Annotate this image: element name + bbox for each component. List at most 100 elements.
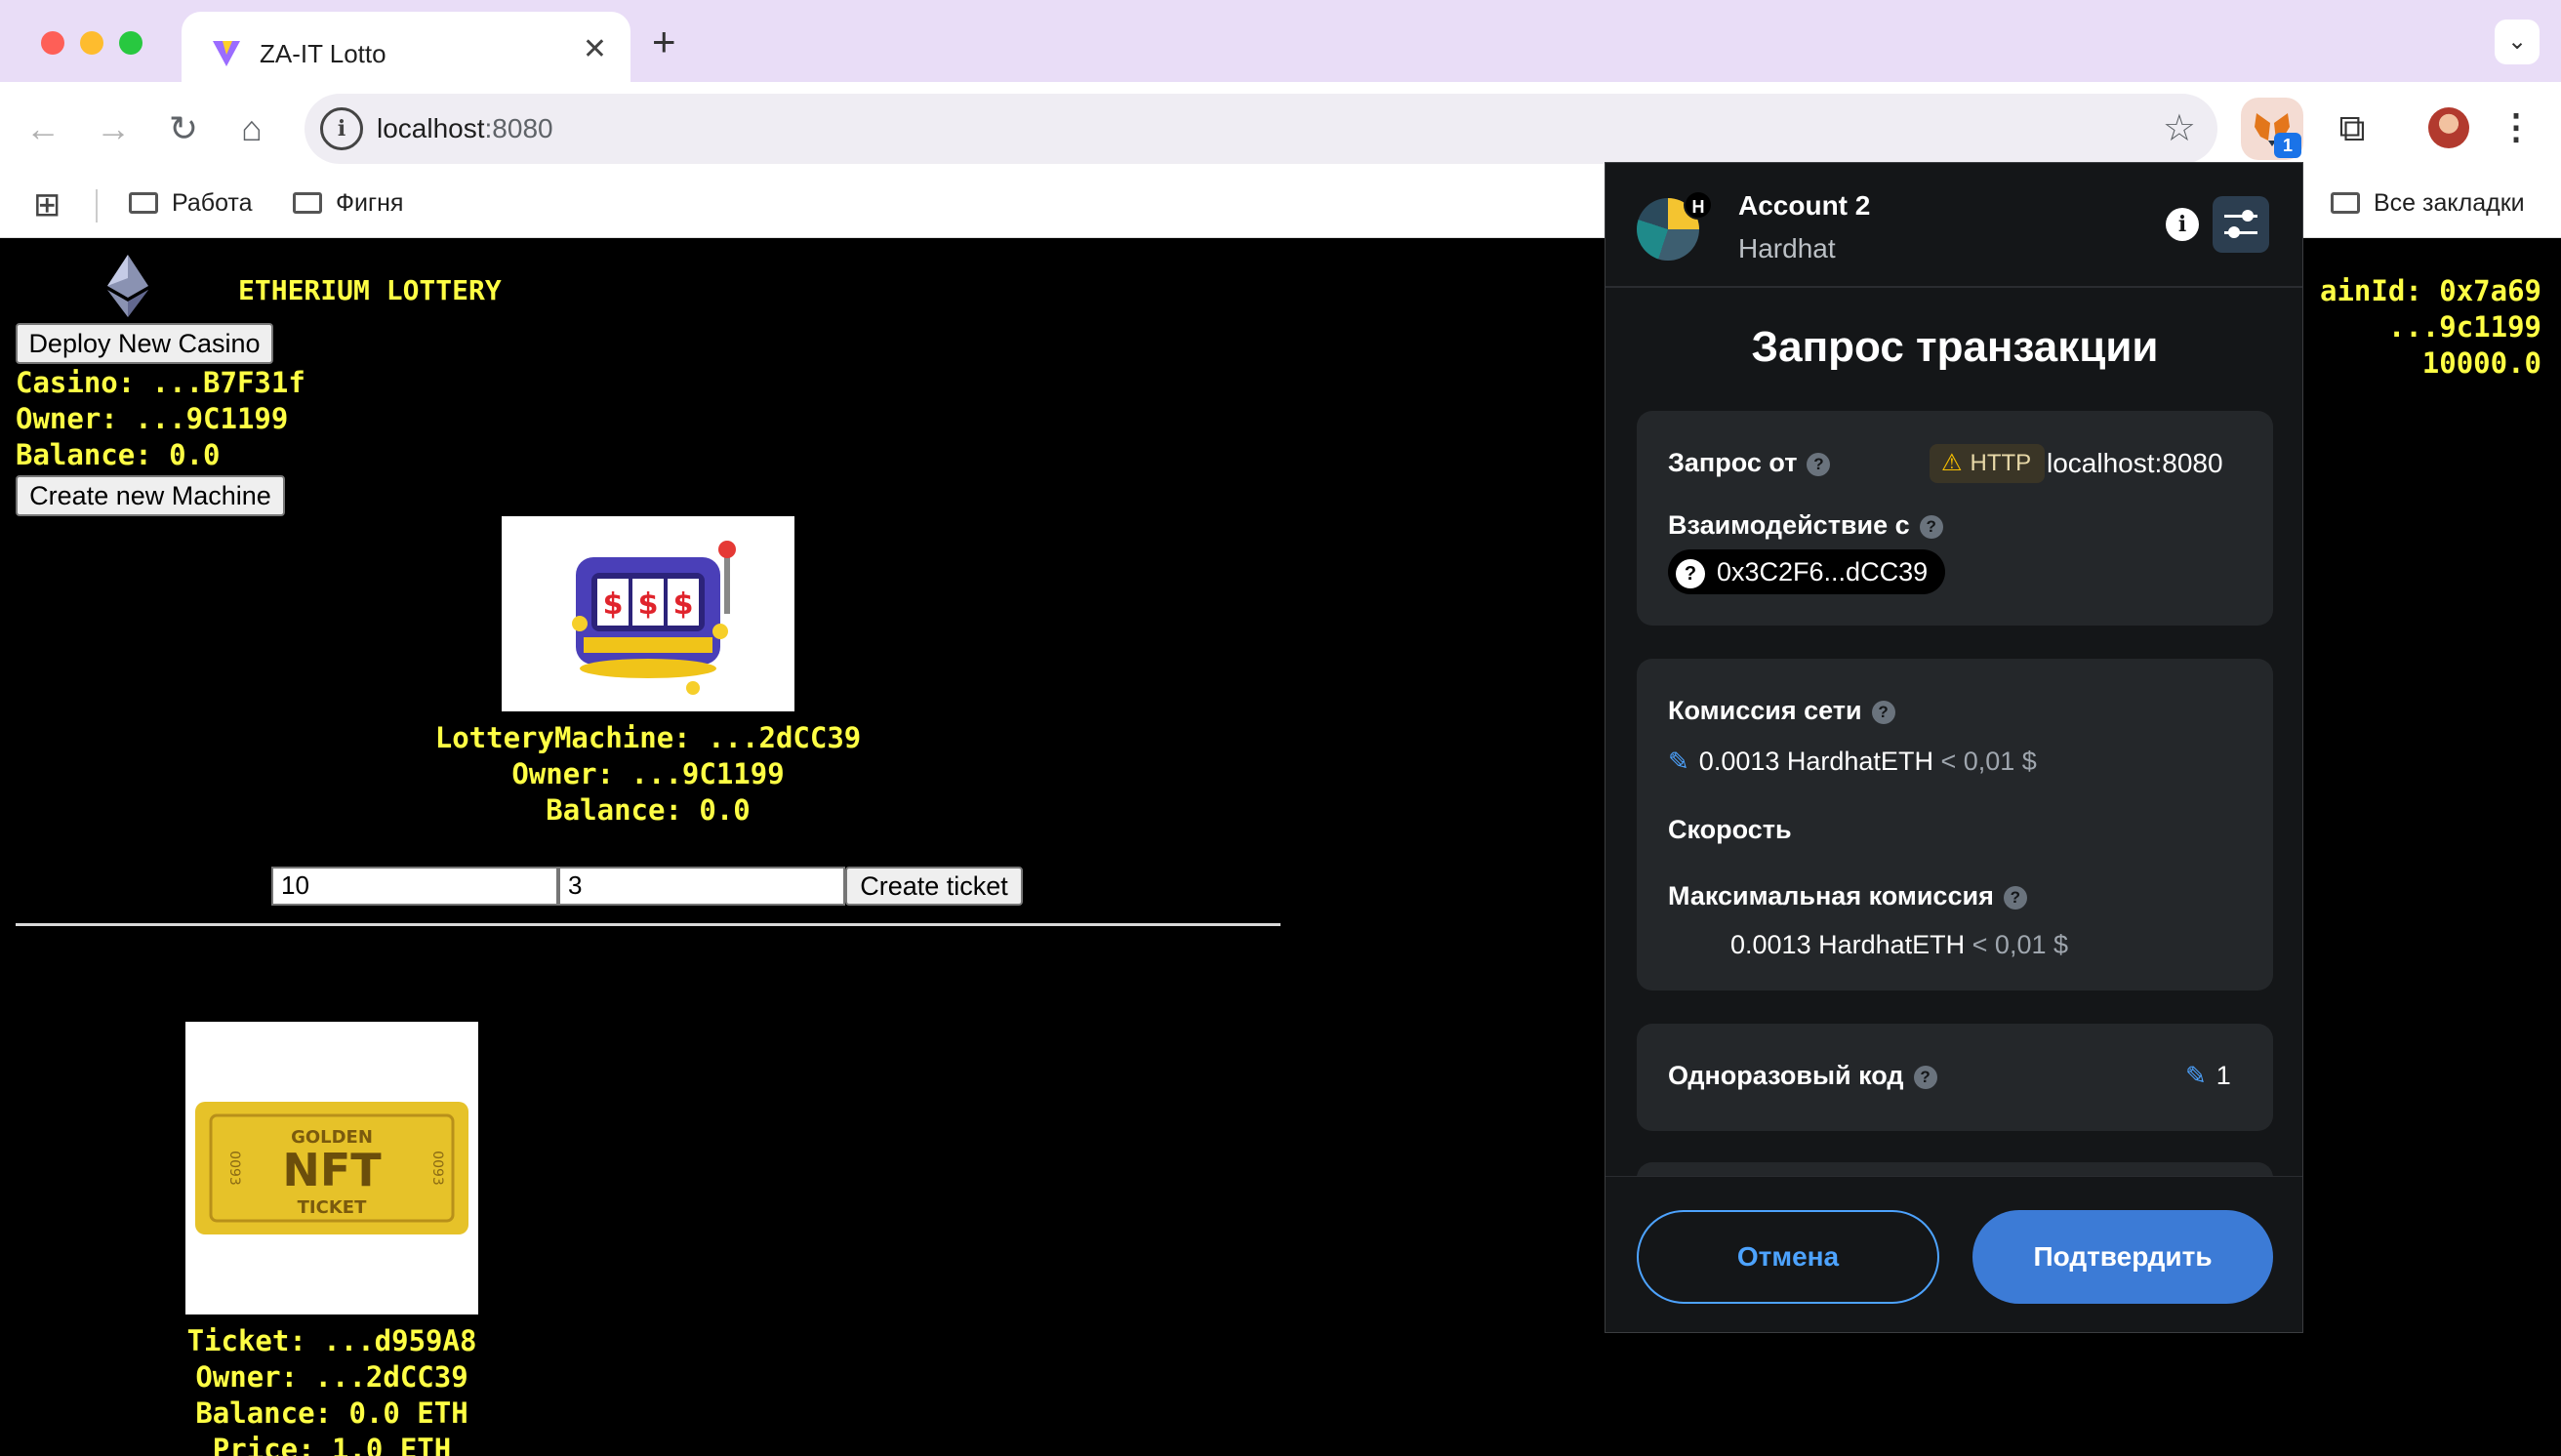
- contract-address-pill[interactable]: ? 0x3C2F6...dCC39: [1668, 549, 1946, 594]
- extension-badge: 1: [2274, 133, 2301, 158]
- new-tab-button[interactable]: +: [652, 21, 676, 62]
- network-fee-value: 0.0013 HardhatETH: [1698, 747, 1933, 776]
- request-origin: localhost:8080: [2047, 448, 2223, 478]
- address-bar[interactable]: i localhost:8080 ☆: [305, 94, 2217, 164]
- minimize-window-button[interactable]: [80, 31, 103, 55]
- apps-grid-icon[interactable]: ⊞: [33, 185, 61, 224]
- chain-id: ainId: 0x7a69: [2320, 274, 2541, 307]
- golden-ticket-icon: GOLDEN NFT TICKET 0093 0093: [195, 1102, 468, 1234]
- confirm-button[interactable]: Подтвердить: [1972, 1210, 2273, 1304]
- home-icon[interactable]: ⌂: [228, 105, 275, 152]
- request-from-label: Запрос от?: [1668, 448, 1831, 478]
- help-icon[interactable]: ?: [1919, 515, 1943, 539]
- profile-avatar[interactable]: [2428, 107, 2469, 148]
- ticket-image-main-text: NFT: [282, 1144, 382, 1196]
- metamask-footer: Отмена Подтвердить: [1606, 1176, 2302, 1332]
- edit-nonce-icon[interactable]: ✎: [2185, 1061, 2207, 1091]
- network-fee-fiat: < 0,01 $: [1940, 747, 2037, 776]
- ticket-price-input[interactable]: 10: [271, 867, 558, 906]
- machine-address: LotteryMachine: ...2dCC39: [434, 721, 862, 754]
- maximize-window-button[interactable]: [119, 31, 142, 55]
- ticket-image-serial-left: 0093: [226, 1151, 242, 1186]
- account-name: Account 2: [1738, 190, 1871, 221]
- connected-account: ...9c1199: [2387, 310, 2541, 344]
- site-info-icon[interactable]: i: [320, 107, 363, 150]
- slider-knob: [2242, 210, 2254, 222]
- bookmark-folder-rabota[interactable]: Работа: [129, 189, 253, 218]
- nonce-label: Одноразовый код?: [1668, 1061, 1937, 1091]
- fee-details-card: Комиссия сети? ✎ 0.0013 HardhatETH < 0,01…: [1637, 659, 2273, 991]
- network-fee-row: ✎ 0.0013 HardhatETH < 0,01 $: [1668, 747, 2037, 777]
- warning-icon: ⚠: [1941, 450, 1963, 476]
- unknown-contract-icon: ?: [1676, 559, 1705, 588]
- help-icon[interactable]: ?: [1913, 1066, 1937, 1089]
- slot-machine-icon: $ $ $: [572, 541, 736, 695]
- contract-address: 0x3C2F6...dCC39: [1717, 557, 1929, 586]
- slider-knob: [2228, 226, 2240, 238]
- tab-search-dropdown-icon[interactable]: ⌄: [2495, 20, 2540, 64]
- create-machine-button[interactable]: Create new Machine: [16, 475, 285, 516]
- max-fee-value: 0.0013 HardhatETH: [1730, 930, 1966, 959]
- bookmark-label: Фигня: [336, 189, 404, 217]
- close-window-button[interactable]: [41, 31, 64, 55]
- section-divider: [16, 923, 1280, 926]
- all-bookmarks-folder[interactable]: Все закладки: [2331, 189, 2525, 218]
- nonce-value-row: ✎ 1: [2185, 1061, 2231, 1091]
- max-fee-text: Максимальная комиссия: [1668, 881, 1994, 910]
- extensions-puzzle-icon[interactable]: ⧉: [2321, 98, 2383, 160]
- nonce-text: Одноразовый код: [1668, 1061, 1904, 1090]
- max-fee-row: 0.0013 HardhatETH < 0,01 $: [1730, 930, 2068, 960]
- advanced-settings-button[interactable]: [2213, 196, 2269, 253]
- slot-machine-image: $ $ $: [502, 516, 794, 711]
- deploy-casino-button[interactable]: Deploy New Casino: [16, 323, 273, 364]
- create-ticket-button[interactable]: Create ticket: [845, 867, 1023, 906]
- url-port: :8080: [484, 113, 553, 143]
- svg-text:$: $: [673, 587, 694, 622]
- browser-menu-icon[interactable]: ⋮: [2499, 103, 2534, 150]
- folder-icon: [129, 192, 158, 214]
- ticket-image-bottom-text: TICKET: [298, 1197, 367, 1218]
- request-details-card: Запрос от? ⚠ HTTP localhost:8080 Взаимоде…: [1637, 411, 2273, 626]
- bookmark-label: Все закладки: [2374, 189, 2525, 217]
- bookmark-label: Работа: [172, 189, 253, 217]
- http-warning-badge[interactable]: ⚠ HTTP: [1930, 444, 2046, 483]
- bookmarks-separator: [96, 189, 98, 222]
- bookmark-folder-fignya[interactable]: Фигня: [293, 189, 403, 218]
- bookmark-star-icon[interactable]: ☆: [2163, 107, 2196, 150]
- network-fee-text: Комиссия сети: [1668, 696, 1862, 725]
- back-arrow-icon[interactable]: ←: [20, 105, 66, 152]
- ticket-image-serial-right: 0093: [429, 1151, 445, 1186]
- nft-ticket-image: GOLDEN NFT TICKET 0093 0093: [185, 1022, 478, 1314]
- help-icon[interactable]: ?: [1807, 453, 1831, 476]
- network-fee-label: Комиссия сети?: [1668, 696, 1895, 726]
- reload-icon[interactable]: ↻: [160, 105, 207, 152]
- ticket-id: Ticket: ...d959A8: [186, 1324, 477, 1357]
- ethereum-logo-icon: [107, 255, 148, 317]
- metamask-extension-button[interactable]: 1: [2241, 98, 2303, 160]
- tab-close-icon[interactable]: ✕: [583, 35, 607, 64]
- edit-gas-icon[interactable]: ✎: [1668, 747, 1689, 777]
- casino-owner: Owner: ...9C1199: [16, 402, 289, 435]
- metamask-header: H Account 2 Hardhat i: [1606, 163, 2302, 288]
- help-icon[interactable]: ?: [1871, 701, 1895, 724]
- ticket-owner: Owner: ...2dCC39: [195, 1360, 468, 1394]
- metamask-popup: H Account 2 Hardhat i Запрос транзакции …: [1605, 162, 2303, 1333]
- info-icon[interactable]: i: [2166, 208, 2199, 241]
- max-fee-fiat: < 0,01 $: [1972, 930, 2068, 959]
- max-fee-label: Максимальная комиссия?: [1668, 881, 2027, 911]
- help-icon[interactable]: ?: [2003, 886, 2027, 910]
- nonce-card: Одноразовый код? ✎ 1: [1637, 1024, 2273, 1131]
- url-text[interactable]: localhost:8080: [377, 113, 553, 144]
- page-title: ETHERIUM LOTTERY: [238, 274, 502, 306]
- account-balance: 10000.0: [2421, 346, 2541, 380]
- svg-text:$: $: [638, 587, 659, 622]
- ticket-count-input[interactable]: 3: [558, 867, 845, 906]
- speed-label: Скорость: [1668, 815, 1792, 844]
- vite-favicon-icon: [213, 41, 240, 66]
- url-host: localhost: [377, 113, 485, 143]
- cancel-button[interactable]: Отмена: [1637, 1210, 1939, 1304]
- casino-address: Casino: ...B7F31f: [16, 366, 305, 399]
- folder-icon: [293, 192, 322, 214]
- forward-arrow-icon[interactable]: →: [90, 105, 137, 152]
- active-tab[interactable]: ZA-IT Lotto ✕: [182, 12, 630, 82]
